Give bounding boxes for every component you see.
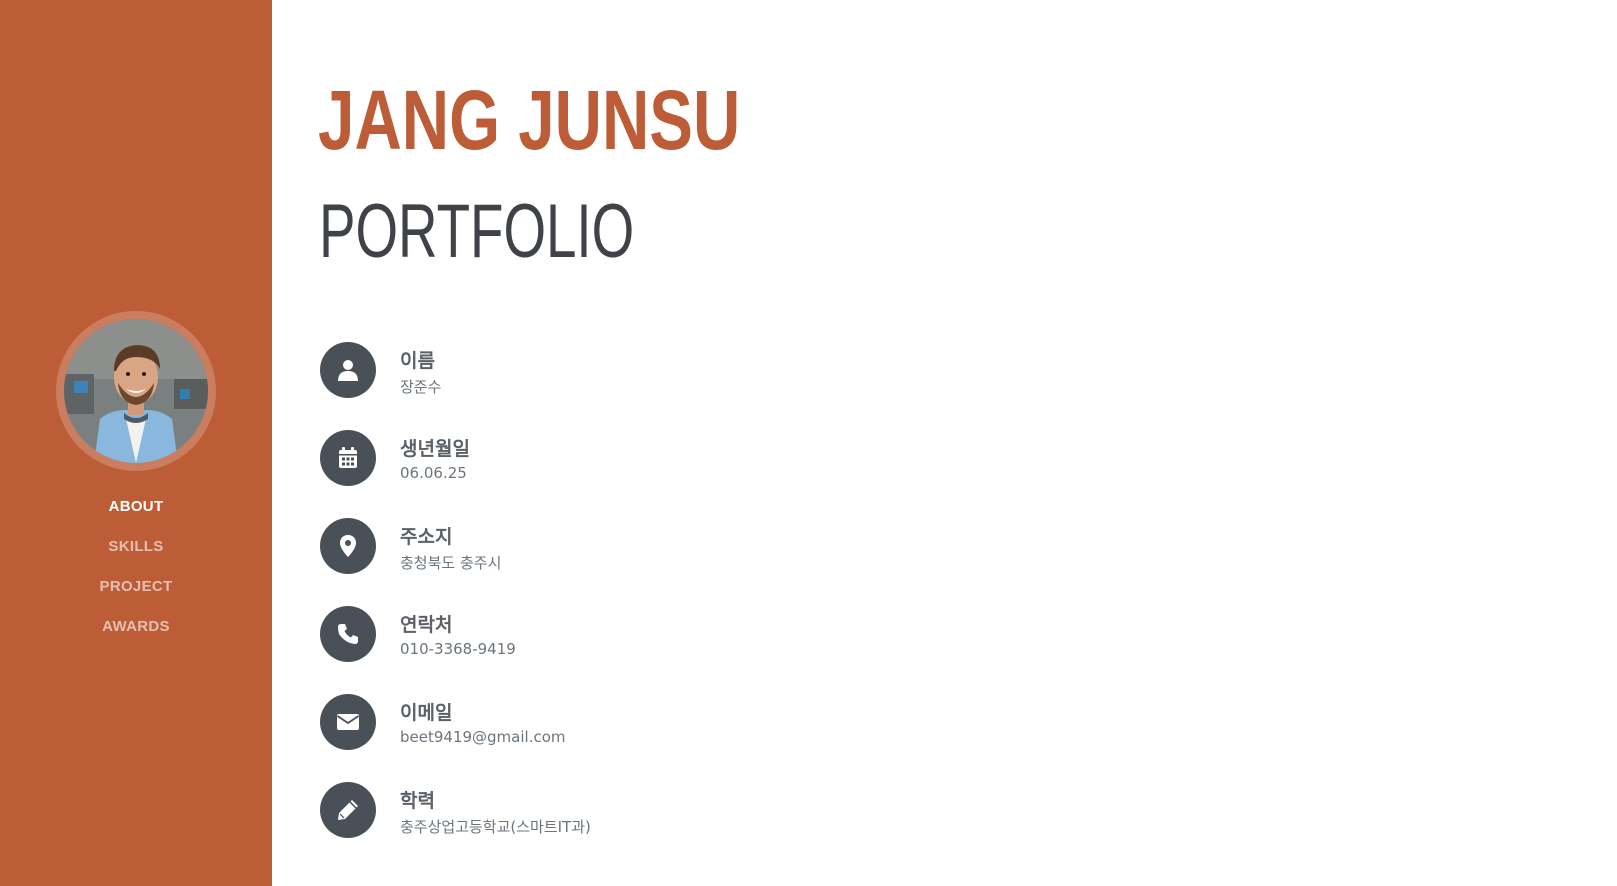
portfolio-page: ABOUT SKILLS PROJECT AWARDS JANG JUNSU P… <box>0 0 1617 886</box>
info-label: 생년월일 <box>400 438 470 460</box>
nav-link-about[interactable]: ABOUT <box>109 496 164 515</box>
info-value: 06.06.25 <box>400 464 467 482</box>
map-marker-icon <box>320 518 376 574</box>
name-heading: JANG JUNSU <box>318 73 741 167</box>
info-value: 충청북도 충주시 <box>400 554 502 572</box>
info-value: beet9419@gmail.com <box>400 728 566 746</box>
info-value: 010-3368-9419 <box>400 640 516 658</box>
envelope-icon <box>320 694 376 750</box>
info-label: 이메일 <box>400 702 453 724</box>
info-label: 학력 <box>400 790 435 812</box>
profile-avatar <box>56 311 216 471</box>
info-label: 주소지 <box>400 526 453 548</box>
info-value: 충주상업고등학교(스마트IT과) <box>400 818 591 836</box>
nav-item-about: ABOUT <box>0 496 272 536</box>
profile-photo <box>64 319 208 463</box>
portfolio-subheading: PORTFOLIO <box>319 189 635 274</box>
info-label: 연락처 <box>400 614 453 636</box>
nav-item-awards: AWARDS <box>0 616 272 656</box>
calendar-icon <box>320 430 376 486</box>
about-section: JANG JUNSU PORTFOLIO 이름 장준수 생년월일 06.06.2… <box>272 0 1617 886</box>
user-icon <box>320 342 376 398</box>
info-value: 장준수 <box>400 378 442 396</box>
nav-item-skills: SKILLS <box>0 536 272 576</box>
sidebar: ABOUT SKILLS PROJECT AWARDS <box>0 0 272 886</box>
pencil-icon <box>320 782 376 838</box>
nav-link-awards[interactable]: AWARDS <box>102 616 170 635</box>
nav-link-project[interactable]: PROJECT <box>100 576 173 595</box>
phone-icon <box>320 606 376 662</box>
info-label: 이름 <box>400 350 435 372</box>
nav-item-project: PROJECT <box>0 576 272 616</box>
nav-link-skills[interactable]: SKILLS <box>108 536 163 555</box>
sidebar-nav: ABOUT SKILLS PROJECT AWARDS <box>0 496 272 656</box>
